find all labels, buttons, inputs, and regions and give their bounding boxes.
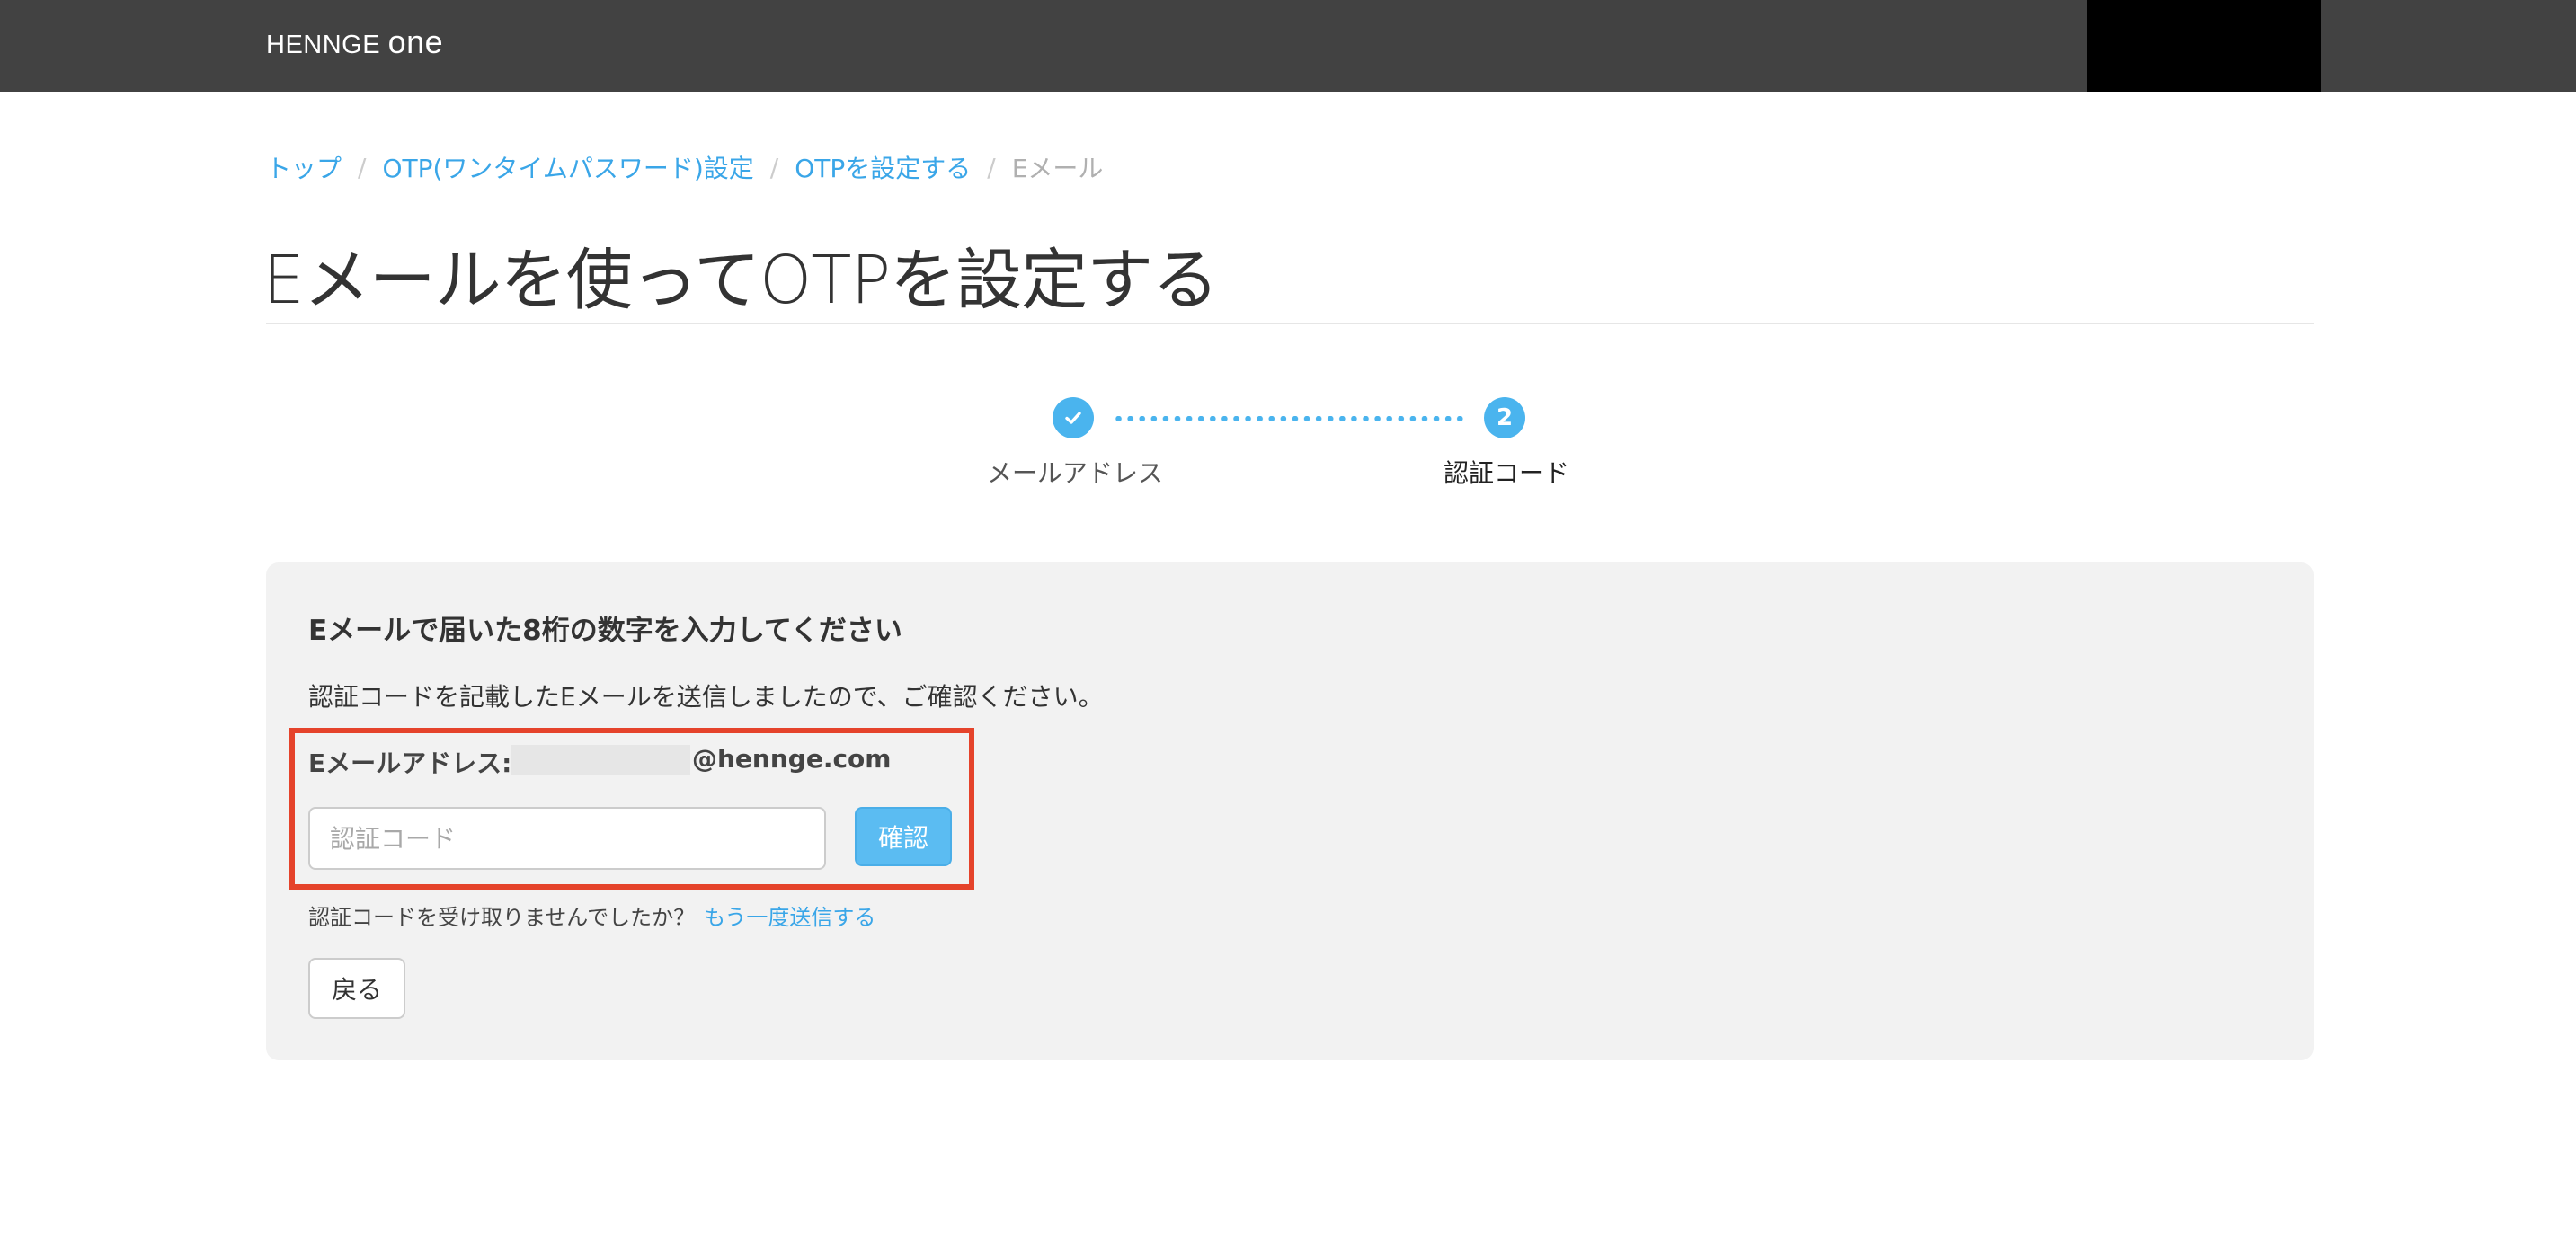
step-1-completed-indicator (1053, 397, 1094, 438)
page-title: Eメールを使ってOTPを設定する (262, 242, 1219, 319)
step-1-label: メールアドレス (987, 458, 1164, 488)
checkmark-icon (1065, 412, 1081, 424)
confirm-button[interactable]: 確認 (855, 807, 952, 866)
breadcrumb-separator: / (769, 152, 779, 182)
hennge-one-logo[interactable]: HENNGE one (266, 23, 443, 61)
breadcrumb-separator: / (987, 152, 996, 182)
resend-prompt: 認証コードを受け取りませんでしたか？ もう一度送信する (308, 899, 875, 931)
email-address-label: Eメールアドレス: (308, 749, 512, 778)
breadcrumb-separator: / (358, 152, 367, 182)
email-domain-text: @hennge.com (692, 744, 892, 774)
breadcrumb: トップ / OTP(ワンタイムパスワード)設定 / OTPを設定する / Eメー… (266, 149, 1103, 185)
step-2-label: 認証コード (1443, 458, 1570, 488)
verification-code-input[interactable] (308, 807, 826, 870)
step-connector-dots (1113, 416, 1467, 421)
logo-text: HENNGE (266, 31, 388, 59)
panel-heading: Eメールで届いた8桁の数字を入力してください (308, 615, 902, 647)
top-header-bar: HENNGE one (0, 0, 2576, 92)
resend-code-link[interactable]: もう一度送信する (704, 905, 875, 930)
step-2-number: 2 (1496, 404, 1514, 431)
breadcrumb-link-otp-settings[interactable]: OTP(ワンタイムパスワード)設定 (382, 149, 753, 185)
resend-question-text: 認証コードを受け取りませんでしたか？ (308, 905, 696, 930)
header-user-menu-redacted[interactable] (2087, 0, 2321, 92)
title-divider (266, 323, 2314, 324)
breadcrumb-link-set-otp[interactable]: OTPを設定する (795, 149, 971, 185)
back-button[interactable]: 戻る (308, 958, 405, 1019)
email-local-part-redacted (511, 745, 690, 775)
breadcrumb-current-email: Eメール (1011, 154, 1104, 183)
breadcrumb-link-top[interactable]: トップ (266, 149, 342, 185)
panel-description: 認証コードを記載したEメールを送信しましたので、ご確認ください。 (308, 682, 1104, 712)
step-2-active-indicator: 2 (1484, 397, 1525, 438)
logo-one-text: one (387, 23, 444, 60)
